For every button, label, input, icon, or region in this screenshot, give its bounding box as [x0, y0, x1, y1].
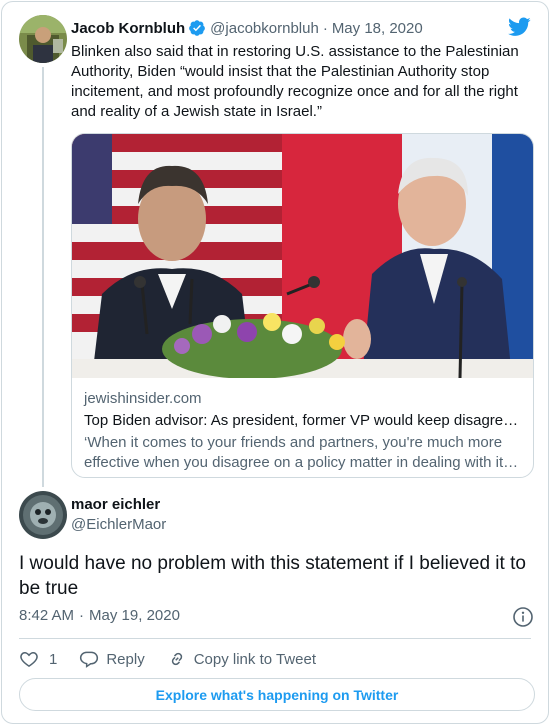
reply-date[interactable]: May 19, 2020: [89, 607, 180, 624]
reply-label: Reply: [106, 650, 145, 668]
twitter-bird-icon[interactable]: [508, 17, 531, 37]
link-title: Top Biden advisor: As president, former …: [84, 412, 519, 429]
tweet-actions-bar: 1 Reply Copy link to Tweet: [19, 647, 338, 671]
reply-author-avatar[interactable]: [19, 491, 67, 539]
link-domain: jewishinsider.com: [84, 390, 202, 407]
reply-time[interactable]: 8:42 AM: [19, 607, 74, 624]
reply-icon: [80, 651, 99, 668]
reply-timestamp[interactable]: 8:42 AM · May 19, 2020: [19, 607, 180, 624]
header-separator: ·: [322, 19, 328, 37]
parent-tweet-text: Blinken also said that in restoring U.S.…: [71, 43, 519, 120]
divider: [19, 638, 531, 639]
reply-author-handle[interactable]: @EichlerMaor: [71, 516, 166, 533]
reply-author-name[interactable]: maor eichler: [71, 496, 160, 513]
copy-link-button[interactable]: Copy link to Tweet: [167, 649, 316, 669]
like-button[interactable]: 1: [19, 649, 57, 669]
link-preview-meta: jewishinsider.com Top Biden advisor: As …: [84, 389, 524, 473]
verified-badge-icon: [188, 19, 206, 37]
parent-author-name[interactable]: Jacob Kornbluh: [71, 20, 185, 37]
like-count: 1: [49, 650, 58, 668]
parent-tweet-date[interactable]: May 18, 2020: [332, 20, 423, 37]
parent-author-avatar[interactable]: [19, 15, 67, 63]
tweet-embed-card: Jacob Kornbluh @jacobkornbluh · May 18, …: [1, 1, 549, 724]
explore-twitter-button[interactable]: Explore what's happening on Twitter: [19, 678, 535, 711]
parent-author-handle[interactable]: @jacobkornbluh: [210, 20, 319, 37]
thread-connector-line: [42, 67, 44, 487]
copy-link-label: Copy link to Tweet: [193, 650, 316, 668]
link-icon: [171, 652, 182, 666]
link-preview-image: [72, 134, 533, 379]
info-icon[interactable]: [512, 606, 534, 628]
heart-icon: [20, 651, 38, 667]
link-description: ‘When it comes to your friends and partn…: [84, 434, 519, 471]
timestamp-separator: ·: [79, 607, 85, 624]
link-preview-card[interactable]: jewishinsider.com Top Biden advisor: As …: [71, 133, 534, 478]
parent-tweet-header: Jacob Kornbluh @jacobkornbluh · May 18, …: [71, 18, 423, 38]
reply-button[interactable]: Reply: [79, 649, 145, 669]
reply-tweet-text: I would have no problem with this statem…: [19, 553, 526, 599]
